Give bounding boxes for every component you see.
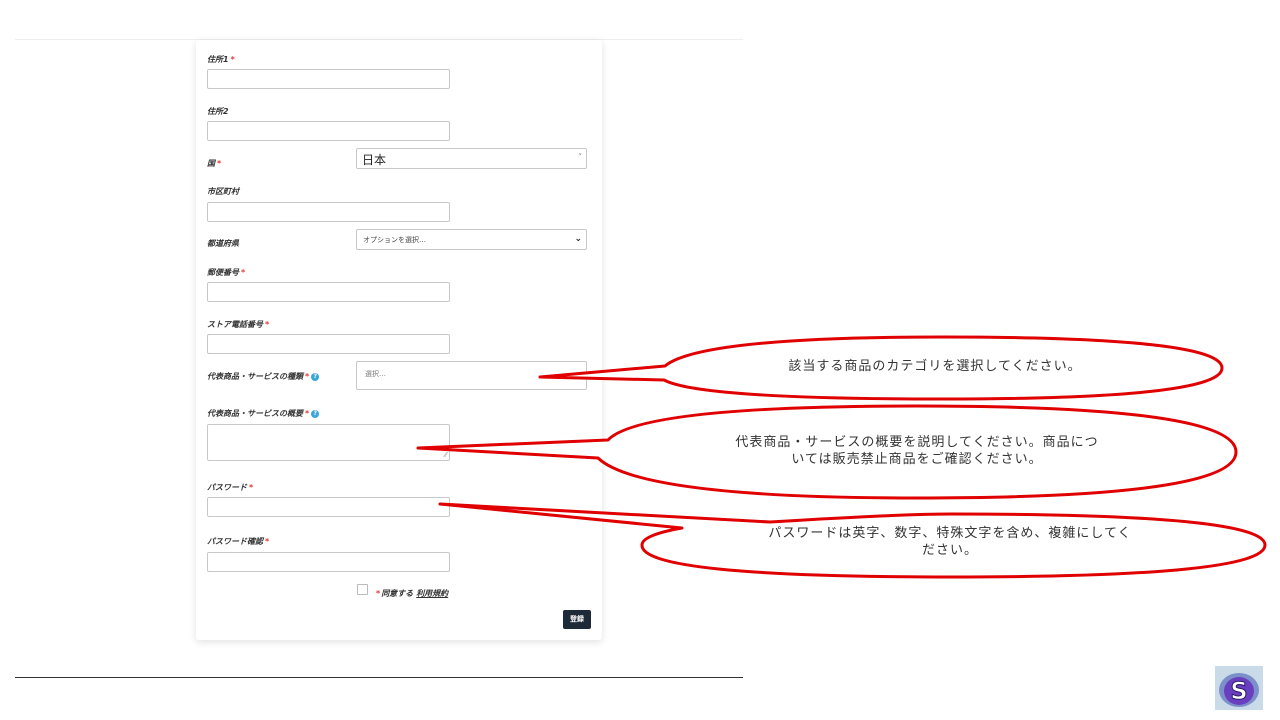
submit-button[interactable]: 登録 <box>563 610 591 629</box>
country-select[interactable]: 日本 ˅ <box>356 148 587 169</box>
address1-label: 住所1 * <box>207 55 235 64</box>
password-input[interactable] <box>207 497 450 517</box>
prefecture-placeholder: オプションを選択… <box>363 236 426 244</box>
terms-link[interactable]: 利用規約 <box>416 589 448 598</box>
caret-icon: ˅ <box>578 153 583 161</box>
registration-form: 住所1 * 住所2 国 * 日本 ˅ 市区町村 都道府県 オプションを選択… ⌄ 郵… <box>196 40 602 640</box>
address1-input[interactable] <box>207 69 450 89</box>
summary-textarea[interactable]: ⁄⁄ <box>207 424 450 461</box>
address2-label: 住所2 <box>207 107 229 116</box>
s-logo-icon: S <box>1215 666 1263 710</box>
postal-label: 郵便番号 * <box>207 268 246 277</box>
summary-callout-text: 代表商品・サービスの概要を説明してください。商品につ いては販売禁止商品をご確認く… <box>735 435 1099 467</box>
category-select[interactable]: 選択… <box>356 361 587 390</box>
password-label: パスワード * <box>207 483 254 492</box>
category-label: 代表商品・サービスの種類 *? <box>207 371 320 382</box>
city-label: 市区町村 <box>207 187 239 196</box>
address2-input[interactable] <box>207 121 450 141</box>
country-value: 日本 <box>362 153 387 167</box>
resize-handle-icon[interactable]: ⁄⁄ <box>445 451 447 459</box>
phone-input[interactable] <box>207 334 450 354</box>
logo-letter: S <box>1230 677 1247 705</box>
city-input[interactable] <box>207 202 450 222</box>
postal-input[interactable] <box>207 282 450 302</box>
category-callout-text: 該当する商品のカテゴリを選択してください。 <box>788 359 1082 374</box>
bottom-divider <box>15 677 743 678</box>
category-placeholder: 選択… <box>365 370 386 378</box>
password-confirm-label: パスワード確認 * <box>207 537 270 546</box>
agree-checkbox[interactable] <box>357 584 368 595</box>
chevron-down-icon: ⌄ <box>574 234 582 244</box>
phone-label: ストア電話番号 * <box>207 320 270 329</box>
prefecture-select[interactable]: オプションを選択… ⌄ <box>356 229 587 250</box>
password-confirm-input[interactable] <box>207 552 450 572</box>
info-icon[interactable]: ? <box>311 409 320 418</box>
agree-text: *同意する 利用規約 <box>376 589 449 598</box>
password-callout-text: パスワードは英字、数字、特殊文字を含め、複雑にしてく ださい。 <box>768 526 1132 558</box>
info-icon[interactable]: ? <box>311 372 320 381</box>
summary-label: 代表商品・サービスの概要 *? <box>207 408 320 419</box>
prefecture-label: 都道府県 <box>207 239 239 248</box>
country-label: 国 * <box>207 159 222 168</box>
